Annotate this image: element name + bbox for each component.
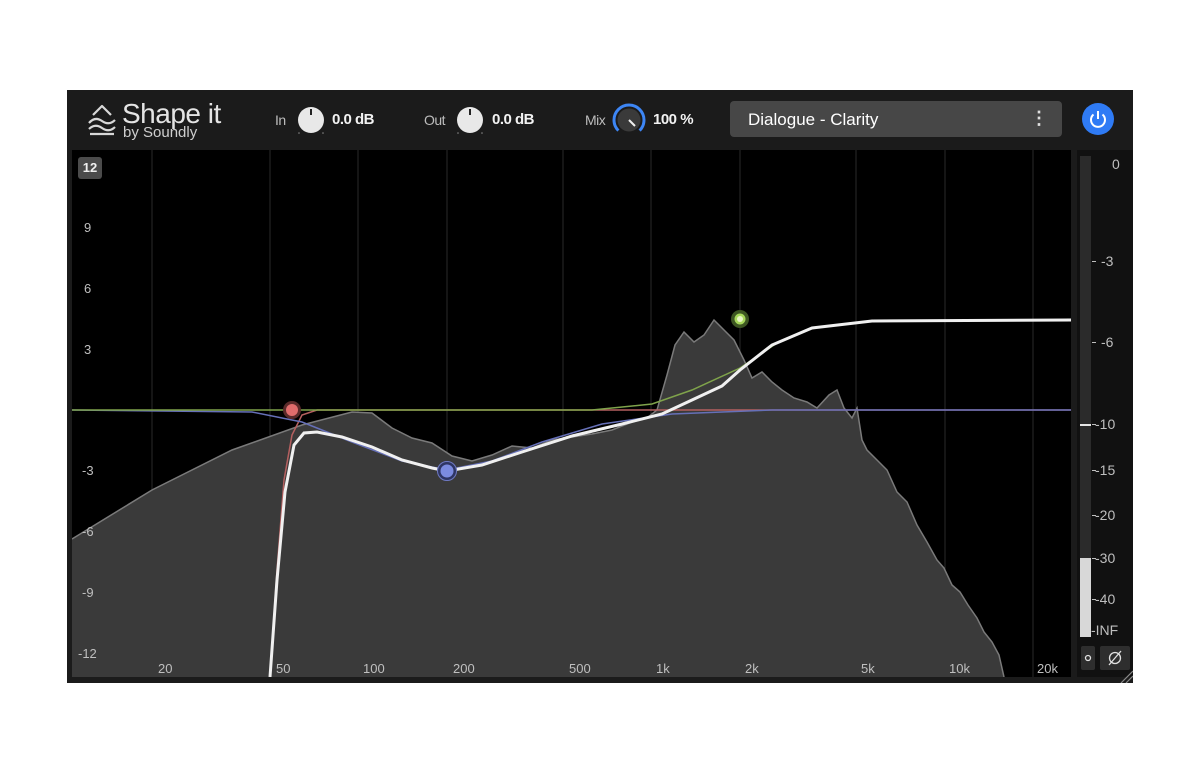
input-gain-value: 0.0 dB [332, 111, 375, 128]
eq-graph[interactable]: 12 9 6 3 -3 -6 -9 -12 20 50 100 200 500 … [72, 150, 1071, 677]
meter-tick [1092, 470, 1096, 471]
freq-label-500: 500 [569, 661, 591, 676]
shape-it-logo-icon [88, 104, 116, 136]
db-label-minus-9: -9 [82, 585, 94, 600]
meter-label-minus-15: -15 [1095, 462, 1116, 478]
freq-label-50: 50 [276, 661, 291, 676]
mix-knob[interactable] [611, 102, 647, 138]
high-shelf-band-curve [72, 319, 1071, 411]
input-gain-knob[interactable] [295, 104, 327, 136]
mono-icon [1084, 654, 1092, 662]
meter-tick [1092, 424, 1096, 425]
header-bar: Shape it by Soundly In 0.0 dB Out 0.0 dB… [67, 90, 1133, 150]
db-label-minus-6: -6 [82, 524, 94, 539]
meter-label-0: 0 [1112, 156, 1120, 172]
meter-tick [1092, 261, 1096, 262]
freq-label-5k: 5k [861, 661, 875, 676]
mono-button[interactable] [1081, 646, 1095, 670]
low-cut-band-node[interactable] [283, 401, 301, 419]
output-gain-label: Out [424, 112, 446, 128]
mix-value: 100 % [653, 111, 694, 128]
bell-band-node[interactable] [437, 461, 457, 481]
meter-tick [1092, 599, 1096, 600]
output-level-meter: 0 -3 -6 -10 -15 -20 -30 -40 -INF [1077, 150, 1133, 677]
meter-label-minus-3: -3 [1101, 253, 1114, 269]
freq-label-200: 200 [453, 661, 475, 676]
power-button[interactable] [1082, 103, 1114, 135]
range-badge[interactable]: 12 [78, 157, 102, 179]
meter-label-minus-6: -6 [1101, 334, 1114, 350]
shape-it-plugin-window: Shape it by Soundly In 0.0 dB Out 0.0 dB… [67, 90, 1133, 683]
spectrum-analyzer [72, 320, 1004, 677]
meter-label-minus-40: -40 [1095, 591, 1116, 607]
meter-label-minus-20: -20 [1095, 507, 1116, 523]
db-label-9: 9 [84, 220, 92, 235]
mix-label: Mix [585, 112, 606, 128]
meter-level-fill [1080, 558, 1091, 637]
output-gain-knob[interactable] [454, 104, 486, 136]
power-icon [1090, 111, 1106, 128]
output-gain-value: 0.0 dB [492, 111, 535, 128]
meter-tick [1092, 515, 1096, 516]
high-shelf-band-node[interactable] [731, 310, 749, 328]
db-label-minus-3: -3 [82, 463, 94, 478]
freq-label-20: 20 [158, 661, 173, 676]
meter-label-minus-30: -30 [1095, 550, 1116, 566]
freq-label-10k: 10k [949, 661, 970, 676]
meter-tick [1092, 558, 1096, 559]
eq-graph-canvas [72, 150, 1071, 677]
freq-label-20k: 20k [1037, 661, 1058, 676]
preset-name: Dialogue - Clarity [748, 110, 879, 129]
db-label-minus-12: -12 [78, 646, 97, 661]
meter-tick [1092, 342, 1096, 343]
meter-label-inf: -INF [1091, 622, 1119, 638]
preset-menu-icon[interactable]: ⋮ [1030, 108, 1048, 129]
db-label-3: 3 [84, 342, 92, 357]
db-label-6: 6 [84, 281, 92, 296]
freq-label-2k: 2k [745, 661, 759, 676]
freq-label-100: 100 [363, 661, 385, 676]
input-gain-label: In [275, 112, 286, 128]
meter-peak-hold [1080, 424, 1091, 426]
meter-label-minus-10: -10 [1095, 416, 1116, 432]
resize-grip-icon[interactable] [1117, 667, 1133, 683]
preset-selector[interactable]: Dialogue - Clarity ⋮ [730, 101, 1062, 137]
app-vendor: by Soundly [123, 124, 198, 141]
freq-label-1k: 1k [656, 661, 670, 676]
